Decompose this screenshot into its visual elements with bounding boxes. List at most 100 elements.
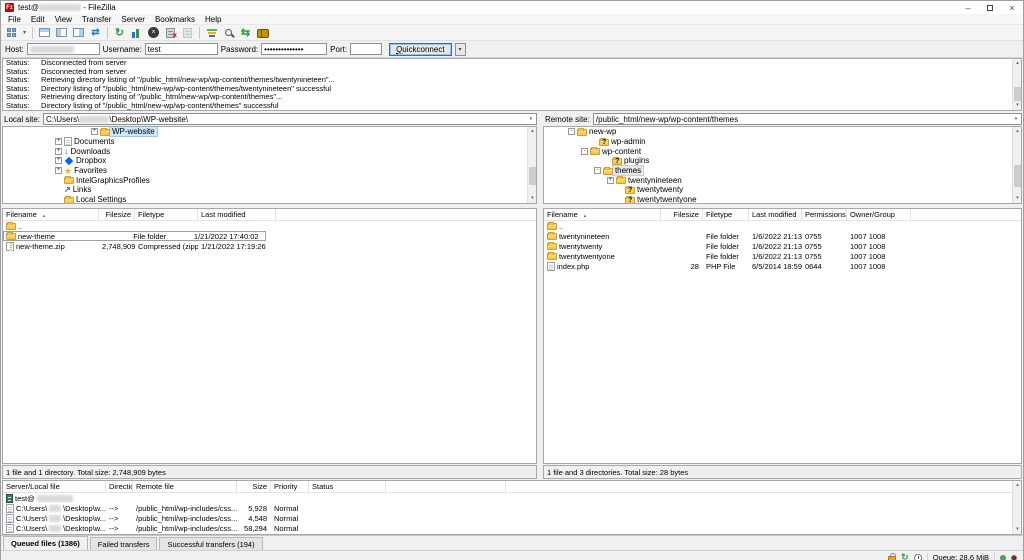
- local-path-combo[interactable]: C:\Users\\Desktop\WP-website\ ▾: [43, 113, 537, 125]
- tree-item-wp-admin[interactable]: wp-admin: [544, 137, 1021, 147]
- column-filename[interactable]: Filename▴: [544, 209, 661, 220]
- file-row-twentytwentyone[interactable]: twentytwentyone File folder 1/6/2022 21:…: [544, 251, 1021, 261]
- password-input[interactable]: [261, 43, 327, 55]
- expand-icon[interactable]: +: [55, 167, 62, 174]
- expand-icon[interactable]: +: [55, 148, 62, 155]
- collapse-icon[interactable]: -: [594, 167, 601, 174]
- column-filesize[interactable]: Filesize: [99, 209, 135, 220]
- column-status[interactable]: Status: [309, 481, 386, 492]
- column-priority[interactable]: Priority: [271, 481, 309, 492]
- remote-path-combo[interactable]: /public_html/new-wp/wp-content/themes ▾: [593, 113, 1022, 125]
- tree-item-links[interactable]: ↗ Links: [3, 185, 536, 195]
- file-row-parent[interactable]: ..: [3, 221, 536, 231]
- scroll-up-icon[interactable]: ▴: [1013, 481, 1022, 490]
- column-remote-file[interactable]: Remote file: [133, 481, 237, 492]
- queue-row[interactable]: C:\Users\\Desktop\w... --> /public_html/…: [3, 503, 1021, 513]
- column-size[interactable]: Size: [237, 481, 271, 492]
- file-row-twentynineteen[interactable]: twentynineteen File folder 1/6/2022 21:1…: [544, 231, 1021, 241]
- menu-view[interactable]: View: [50, 15, 77, 24]
- host-input[interactable]: [27, 43, 100, 55]
- file-row-index-php[interactable]: index.php 28 PHP File 6/5/2014 18:59:...…: [544, 261, 1021, 271]
- minimize-button[interactable]: –: [957, 1, 979, 14]
- toggle-local-tree-icon[interactable]: [53, 26, 70, 40]
- tree-item-twentytwentyone[interactable]: twentytwentyone: [544, 195, 1021, 204]
- process-queue-icon[interactable]: [128, 26, 145, 40]
- column-owner-group[interactable]: Owner/Group: [847, 209, 911, 220]
- file-row-new-theme[interactable]: new-theme File folder 1/21/2022 17:40:02: [3, 231, 266, 241]
- scroll-up-icon[interactable]: ▴: [1013, 59, 1022, 68]
- menu-transfer[interactable]: Transfer: [77, 15, 117, 24]
- queue-server-row[interactable]: test@: [3, 493, 1021, 503]
- expand-icon[interactable]: +: [607, 177, 614, 184]
- reconnect-icon[interactable]: [179, 26, 196, 40]
- expand-icon[interactable]: +: [91, 128, 98, 135]
- scroll-down-icon[interactable]: ▾: [1013, 194, 1022, 203]
- file-row-parent[interactable]: ..: [544, 221, 1021, 231]
- tree-item-intelgraphicsprofiles[interactable]: IntelGraphicsProfiles: [3, 175, 536, 185]
- column-last-modified[interactable]: Last modified: [749, 209, 802, 220]
- close-button[interactable]: ×: [1001, 1, 1023, 14]
- column-direction[interactable]: Direction: [106, 481, 133, 492]
- local-tree-scrollbar[interactable]: ▴ ▾: [527, 127, 536, 203]
- tree-item-downloads[interactable]: + ↓ Downloads: [3, 146, 536, 156]
- maximize-button[interactable]: [979, 1, 1001, 14]
- tree-item-themes[interactable]: - themes: [544, 166, 1021, 176]
- remote-tree-scrollbar[interactable]: ▴ ▾: [1012, 127, 1021, 203]
- scroll-up-icon[interactable]: ▴: [1013, 127, 1022, 136]
- username-input[interactable]: [145, 43, 218, 55]
- expand-icon[interactable]: +: [55, 157, 62, 164]
- collapse-icon[interactable]: -: [568, 128, 575, 135]
- toggle-log-icon[interactable]: [36, 26, 53, 40]
- toggle-remote-tree-icon[interactable]: [70, 26, 87, 40]
- queue-row[interactable]: C:\Users\\Desktop\w... --> /public_html/…: [3, 513, 1021, 523]
- column-server-local-file[interactable]: Server/Local file: [3, 481, 106, 492]
- site-manager-icon[interactable]: [3, 26, 20, 40]
- disconnect-icon[interactable]: ×: [162, 26, 179, 40]
- tree-item-plugins[interactable]: plugins: [544, 156, 1021, 166]
- scroll-down-icon[interactable]: ▾: [528, 194, 537, 203]
- column-filesize[interactable]: Filesize: [661, 209, 703, 220]
- tree-item-wp-website[interactable]: + WP-website: [3, 127, 536, 137]
- menu-server[interactable]: Server: [116, 15, 150, 24]
- scroll-down-icon[interactable]: ▾: [1013, 101, 1022, 110]
- toggle-queue-icon[interactable]: ⇄: [87, 26, 104, 40]
- queue-row[interactable]: C:\Users\\Desktop\w... --> /public_html/…: [3, 523, 1021, 533]
- find-files-icon[interactable]: [254, 26, 271, 40]
- tree-item-documents[interactable]: + Documents: [3, 137, 536, 147]
- tab-queued-files[interactable]: Queued files (1386): [3, 536, 88, 550]
- tree-item-dropbox[interactable]: + Dropbox: [3, 156, 536, 166]
- filter-icon[interactable]: [203, 26, 220, 40]
- scroll-up-icon[interactable]: ▴: [528, 127, 537, 136]
- column-filetype[interactable]: Filetype: [135, 209, 198, 220]
- menu-file[interactable]: File: [3, 15, 26, 24]
- queue-scrollbar[interactable]: ▴ ▾: [1012, 481, 1021, 534]
- menu-help[interactable]: Help: [200, 15, 226, 24]
- tree-item-twentytwenty[interactable]: twentytwenty: [544, 185, 1021, 195]
- log-scrollbar[interactable]: ▴ ▾: [1012, 59, 1021, 110]
- site-manager-dropdown[interactable]: ▾: [20, 26, 29, 40]
- menu-bookmarks[interactable]: Bookmarks: [150, 15, 200, 24]
- scroll-down-icon[interactable]: ▾: [1013, 525, 1022, 534]
- sync-browse-icon[interactable]: ⇆: [237, 26, 254, 40]
- column-filename[interactable]: Filename▴: [3, 209, 99, 220]
- tree-item-local-settings[interactable]: Local Settings: [3, 195, 536, 204]
- column-last-modified[interactable]: Last modified: [198, 209, 276, 220]
- file-row-new-theme-zip[interactable]: new-theme.zip 2,748,909 Compressed (zipp…: [3, 241, 536, 251]
- tab-successful-transfers[interactable]: Successful transfers (194): [159, 537, 262, 550]
- port-input[interactable]: [350, 43, 382, 55]
- quickconnect-dropdown[interactable]: ▾: [455, 43, 466, 56]
- chevron-down-icon[interactable]: ▾: [1011, 114, 1021, 124]
- column-permissions[interactable]: Permissions: [802, 209, 847, 220]
- tab-failed-transfers[interactable]: Failed transfers: [90, 537, 158, 550]
- tree-item-new-wp[interactable]: - new-wp: [544, 127, 1021, 137]
- menu-edit[interactable]: Edit: [26, 15, 50, 24]
- tree-item-favorites[interactable]: + ★ Favorites: [3, 166, 536, 176]
- column-filetype[interactable]: Filetype: [703, 209, 749, 220]
- collapse-icon[interactable]: -: [581, 148, 588, 155]
- quickconnect-button[interactable]: Quickconnect: [389, 43, 451, 56]
- file-row-twentytwenty[interactable]: twentytwenty File folder 1/6/2022 21:13:…: [544, 241, 1021, 251]
- tree-item-twentynineteen[interactable]: + twentynineteen: [544, 175, 1021, 185]
- chevron-down-icon[interactable]: ▾: [526, 114, 536, 124]
- refresh-icon[interactable]: ↻: [111, 26, 128, 40]
- cancel-icon[interactable]: ×: [145, 26, 162, 40]
